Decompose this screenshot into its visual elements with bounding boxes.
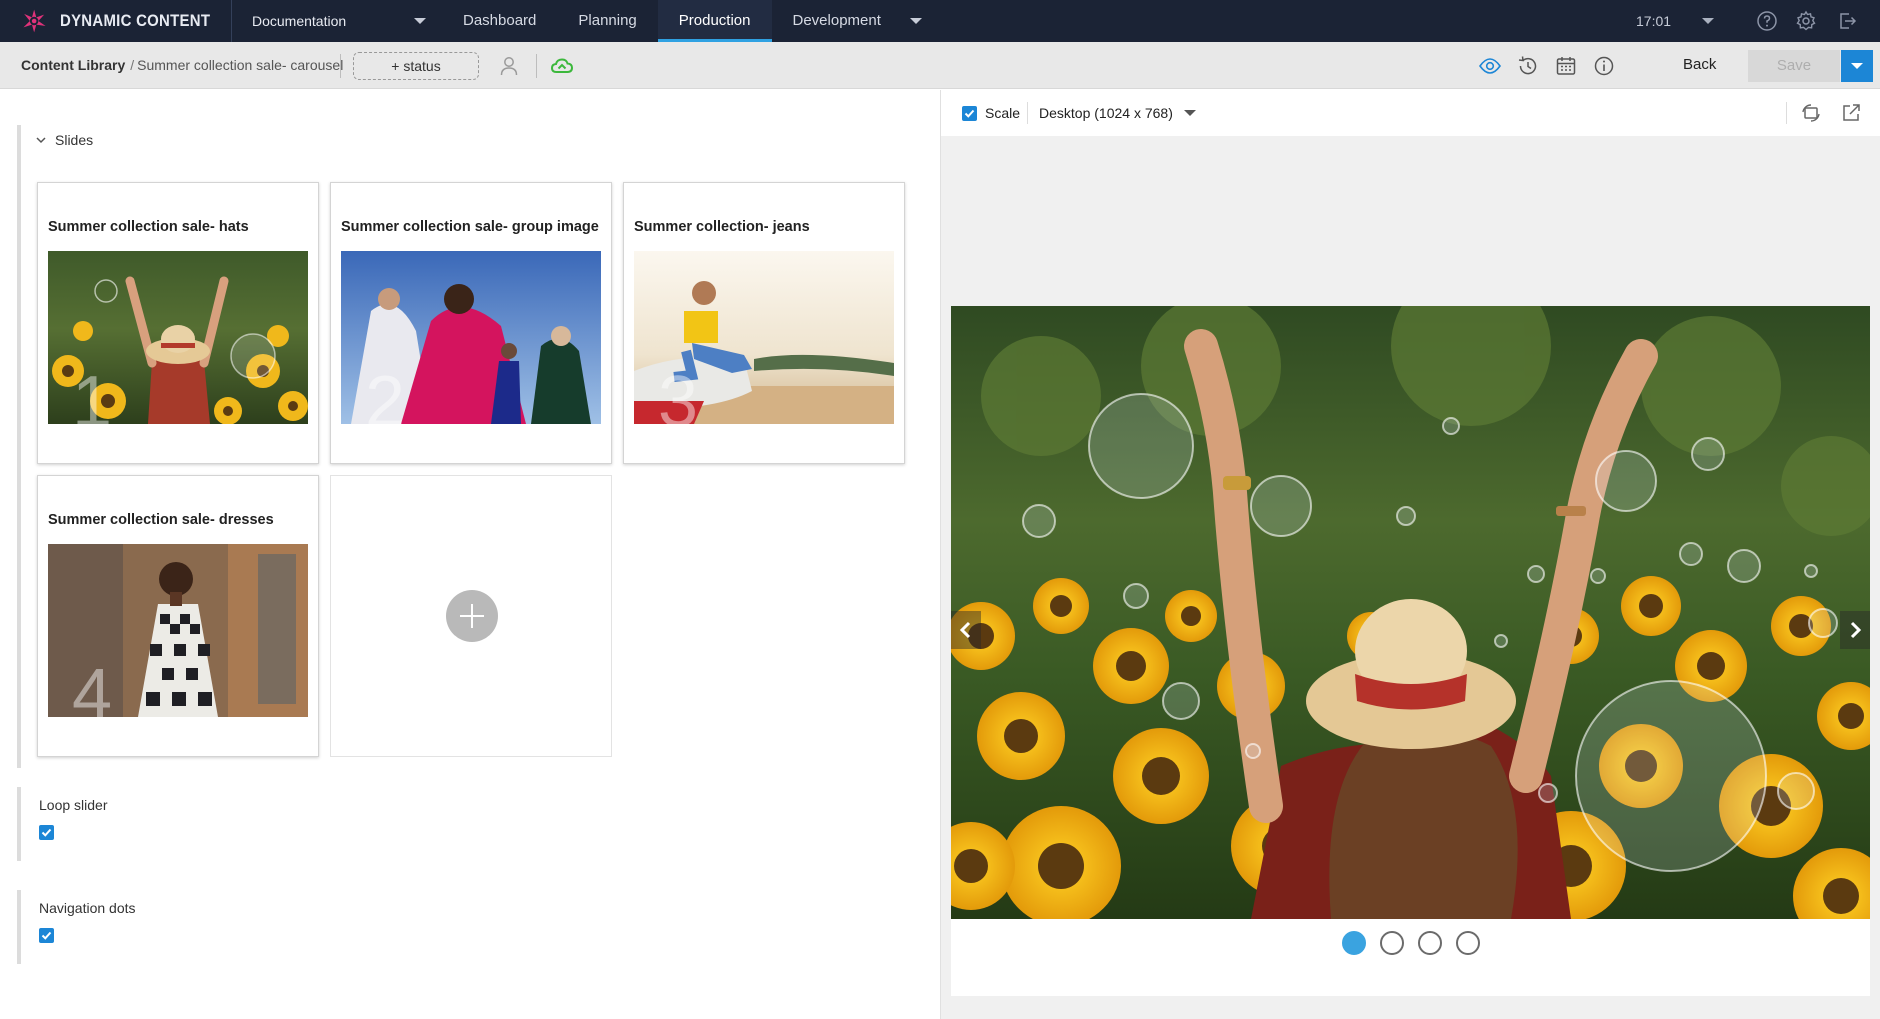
slide-number: 1 <box>72 362 113 424</box>
top-navigation-bar: DYNAMIC CONTENT Documentation Dashboard … <box>0 0 1880 42</box>
brand-name: DYNAMIC CONTENT <box>60 11 211 30</box>
carousel-next-button[interactable] <box>1840 611 1870 649</box>
preview-panel: Scale Desktop (1024 x 768) <box>941 90 1880 1019</box>
slides-group-bar <box>17 125 21 768</box>
breadcrumb: Content Library / Summer collection sale- … <box>21 57 343 73</box>
content-toolbar: Content Library / Summer collection sale- … <box>0 42 1880 89</box>
chevron-down-icon[interactable] <box>1184 110 1196 116</box>
slide-card-dresses[interactable]: Summer collection sale- dresses 4 <box>37 475 319 757</box>
slide-thumbnail-image: 4 <box>48 544 308 717</box>
chevron-down-icon <box>414 18 426 24</box>
add-slide-button[interactable] <box>446 590 498 642</box>
carousel-dot-1[interactable] <box>1341 931 1366 955</box>
clock-time: 17:01 <box>1636 13 1672 29</box>
slide-title: Summer collection- jeans <box>634 219 810 235</box>
slide-thumbnail-image: 2 <box>341 251 601 424</box>
hub-name: Documentation <box>252 13 347 29</box>
time-dropdown-icon[interactable] <box>1702 18 1714 24</box>
tab-dashboard[interactable]: Dashboard <box>442 0 557 42</box>
carousel-preview <box>951 306 1870 996</box>
slide-number: 2 <box>365 362 406 424</box>
divider <box>1027 102 1028 124</box>
open-in-new-window-icon[interactable] <box>1840 102 1862 124</box>
cloud-sync-icon[interactable] <box>550 54 574 78</box>
breadcrumb-separator: / <box>130 57 135 73</box>
slide-card-group-image[interactable]: Summer collection sale- group image 2 <box>330 182 612 464</box>
breadcrumb-root[interactable]: Content Library <box>21 57 125 73</box>
chevron-down-icon <box>36 137 46 144</box>
chevron-left-icon <box>959 621 971 639</box>
preview-eye-icon[interactable] <box>1478 54 1502 78</box>
loop-slider-checkbox[interactable] <box>39 825 54 840</box>
gear-icon[interactable] <box>1795 10 1817 32</box>
slide-card-jeans[interactable]: Summer collection- jeans 3 <box>623 182 905 464</box>
scale-checkbox[interactable] <box>962 106 977 121</box>
scale-label: Scale <box>985 105 1021 121</box>
chevron-right-icon <box>1850 621 1862 639</box>
slide-number: 3 <box>658 362 699 424</box>
dynamic-content-logo-icon <box>23 9 46 33</box>
slide-card-hats[interactable]: Summer collection sale- hats 1 <box>37 182 319 464</box>
carousel-previous-button[interactable] <box>951 611 981 649</box>
main-nav: Dashboard Planning Production Developmen… <box>442 0 902 42</box>
preview-toolbar: Scale Desktop (1024 x 768) <box>941 90 1880 136</box>
info-icon[interactable] <box>1592 54 1616 78</box>
add-slide-card[interactable] <box>330 475 612 757</box>
divider <box>1786 102 1787 124</box>
rotate-device-icon[interactable] <box>1800 102 1822 124</box>
assign-user-icon[interactable] <box>497 54 521 78</box>
slide-thumbnail-image: 1 <box>48 251 308 424</box>
slides-label: Slides <box>55 132 94 148</box>
slide-number: 4 <box>72 655 113 717</box>
carousel-dot-2[interactable] <box>1379 931 1404 955</box>
navigation-dots-group-bar <box>17 890 21 964</box>
navigation-dots-label: Navigation dots <box>39 900 136 916</box>
device-selector[interactable]: Desktop (1024 x 768) <box>1039 105 1173 121</box>
save-options-dropdown[interactable] <box>1841 50 1873 82</box>
slide-title: Summer collection sale- hats <box>48 219 249 235</box>
carousel-slide-image <box>951 306 1870 919</box>
nav-more-dropdown[interactable] <box>902 0 932 42</box>
divider <box>536 54 537 78</box>
slide-title: Summer collection sale- dresses <box>48 512 274 528</box>
carousel-dot-3[interactable] <box>1417 931 1442 955</box>
loop-slider-label: Loop slider <box>39 797 108 813</box>
navigation-dots-checkbox[interactable] <box>39 928 54 943</box>
back-button[interactable]: Back <box>1683 56 1716 73</box>
content-editor-panel: Slides Summer collection sale- hats 1 Su… <box>0 90 940 1019</box>
slide-title: Summer collection sale- group image <box>341 219 599 235</box>
save-button[interactable]: Save <box>1748 50 1840 82</box>
divider <box>340 54 341 78</box>
carousel-navigation-dots <box>951 923 1870 963</box>
sign-out-icon[interactable] <box>1836 10 1858 32</box>
hub-selector[interactable]: Documentation <box>232 0 442 42</box>
carousel-dot-4[interactable] <box>1455 931 1480 955</box>
tab-development[interactable]: Development <box>772 0 902 42</box>
loop-slider-group-bar <box>17 787 21 861</box>
help-icon[interactable] <box>1756 10 1778 32</box>
app-logo[interactable]: DYNAMIC CONTENT <box>0 0 232 42</box>
slides-section-toggle[interactable]: Slides <box>35 132 93 148</box>
tab-production[interactable]: Production <box>657 0 772 42</box>
slide-thumbnail-image: 3 <box>634 251 894 424</box>
breadcrumb-current: Summer collection sale- carousel <box>137 57 344 73</box>
history-icon[interactable] <box>1516 54 1540 78</box>
add-status-button[interactable]: + status <box>353 52 479 80</box>
calendar-icon[interactable] <box>1554 54 1578 78</box>
tab-planning[interactable]: Planning <box>557 0 657 42</box>
